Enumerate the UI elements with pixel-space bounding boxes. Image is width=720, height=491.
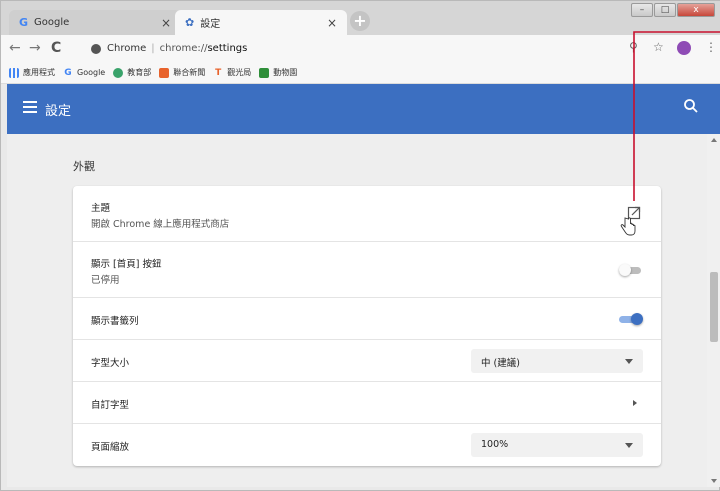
reload-button[interactable]: C — [51, 40, 61, 56]
scrollbar-thumb[interactable] — [710, 272, 718, 342]
browser-toolbar: ← → C Chrome | chrome://settings ⚲ ☆ ⋮ — [1, 35, 720, 62]
profile-avatar[interactable] — [677, 41, 691, 55]
menu-icon[interactable]: ⋮ — [705, 40, 717, 54]
news-icon — [159, 67, 170, 78]
tourism-icon: T — [215, 67, 222, 78]
zoo-icon — [259, 67, 270, 78]
row-sublabel: 開啟 Chrome 線上應用程式商店 — [91, 219, 230, 230]
address-bar[interactable]: Chrome | chrome://settings — [85, 39, 645, 58]
settings-gear-icon: ✿ — [185, 16, 195, 29]
settings-content: 外觀 主題 開啟 Chrome 線上應用程式商店 顯示 [首頁] 按鈕 已停用 — [7, 134, 707, 487]
bookmark-ministry[interactable]: 教育部 — [113, 67, 151, 78]
bookmark-news[interactable]: 聯合新聞 — [159, 67, 205, 78]
row-label: 主題 — [91, 203, 111, 214]
bookmark-zoo[interactable]: 動物園 — [259, 67, 297, 78]
bookmark-star-icon[interactable]: ☆ — [653, 40, 664, 54]
bookmark-label: 觀光局 — [227, 68, 252, 77]
forward-button[interactable]: → — [29, 40, 41, 56]
select-value: 100% — [481, 439, 509, 450]
page-zoom-row: 頁面縮放 100% — [73, 424, 661, 466]
browser-window: G Google × ✿ 設定 × + – □ x ← → C Chrome |… — [0, 0, 720, 491]
google-icon: G — [64, 67, 72, 78]
url-separator: | — [151, 43, 155, 54]
scroll-down-icon[interactable] — [711, 479, 717, 483]
search-icon[interactable] — [683, 98, 699, 114]
tab-settings[interactable]: ✿ 設定 × — [175, 10, 347, 35]
bookmarks-bar: 應用程式 G Google 教育部 聯合新聞 T 觀光局 動物園 — [1, 62, 720, 84]
url-path: settings — [207, 43, 248, 54]
home-button-row[interactable]: 顯示 [首頁] 按鈕 已停用 — [73, 242, 661, 298]
tab-strip: G Google × ✿ 設定 × + – □ x — [1, 1, 720, 35]
close-window-button[interactable]: x — [677, 3, 715, 17]
tab-title: Google — [34, 17, 70, 28]
zoom-icon[interactable]: ⚲ — [629, 40, 638, 54]
bookmarks-bar-row[interactable]: 顯示書籤列 — [73, 298, 661, 340]
minimize-button[interactable]: – — [631, 3, 653, 17]
back-button[interactable]: ← — [9, 40, 21, 56]
font-size-select[interactable]: 中 (建議) — [471, 349, 643, 373]
window-controls: – □ x — [631, 3, 715, 18]
scroll-up-icon[interactable] — [711, 138, 717, 142]
ministry-icon — [113, 67, 124, 78]
bookmark-label: 動物園 — [273, 68, 298, 77]
page-zoom-select[interactable]: 100% — [471, 433, 643, 457]
font-size-row: 字型大小 中 (建議) — [73, 340, 661, 382]
select-value: 中 (建議) — [481, 358, 520, 369]
apps-icon — [9, 67, 19, 78]
row-label: 顯示書籤列 — [91, 316, 139, 327]
row-label: 字型大小 — [91, 358, 130, 369]
row-label: 頁面縮放 — [91, 442, 130, 453]
page-title: 設定 — [45, 104, 72, 119]
bookmark-label: 應用程式 — [23, 68, 55, 77]
site-info-icon[interactable] — [91, 43, 101, 54]
home-button-toggle[interactable] — [619, 264, 643, 276]
hand-cursor-icon — [620, 217, 636, 236]
bookmarks-bar-toggle[interactable] — [619, 313, 643, 325]
google-favicon-icon: G — [19, 16, 29, 29]
main-menu-icon[interactable] — [23, 101, 37, 113]
customize-fonts-row[interactable]: 自訂字型 — [73, 382, 661, 424]
tab-close-icon[interactable]: × — [327, 16, 337, 30]
bookmark-label: 聯合新聞 — [173, 68, 206, 77]
url-scheme: chrome:// — [159, 43, 208, 54]
row-sublabel: 已停用 — [91, 275, 120, 286]
tab-google[interactable]: G Google × — [9, 10, 181, 35]
chevron-right-icon — [633, 400, 637, 406]
row-label: 自訂字型 — [91, 400, 130, 411]
tab-title: 設定 — [200, 19, 221, 30]
bookmark-label: 教育部 — [127, 68, 152, 77]
bookmark-label: Google — [77, 68, 106, 77]
tab-close-icon[interactable]: × — [161, 16, 171, 30]
page-scrollbar[interactable] — [707, 134, 720, 487]
row-label: 顯示 [首頁] 按鈕 — [91, 259, 162, 270]
bookmark-apps[interactable]: 應用程式 — [9, 67, 55, 78]
dropdown-caret-icon — [625, 443, 633, 448]
new-tab-button[interactable]: + — [350, 11, 370, 31]
dropdown-caret-icon — [625, 359, 633, 364]
theme-row[interactable]: 主題 開啟 Chrome 線上應用程式商店 — [73, 186, 661, 242]
site-name: Chrome — [107, 43, 147, 54]
maximize-button[interactable]: □ — [654, 3, 676, 17]
section-title: 外觀 — [73, 160, 95, 173]
appearance-card: 主題 開啟 Chrome 線上應用程式商店 顯示 [首頁] 按鈕 已停用 顯示書… — [73, 186, 661, 466]
bookmark-google[interactable]: G Google — [63, 68, 105, 78]
settings-header: 設定 — [7, 84, 720, 134]
bookmark-tourism[interactable]: T 觀光局 — [213, 67, 251, 78]
